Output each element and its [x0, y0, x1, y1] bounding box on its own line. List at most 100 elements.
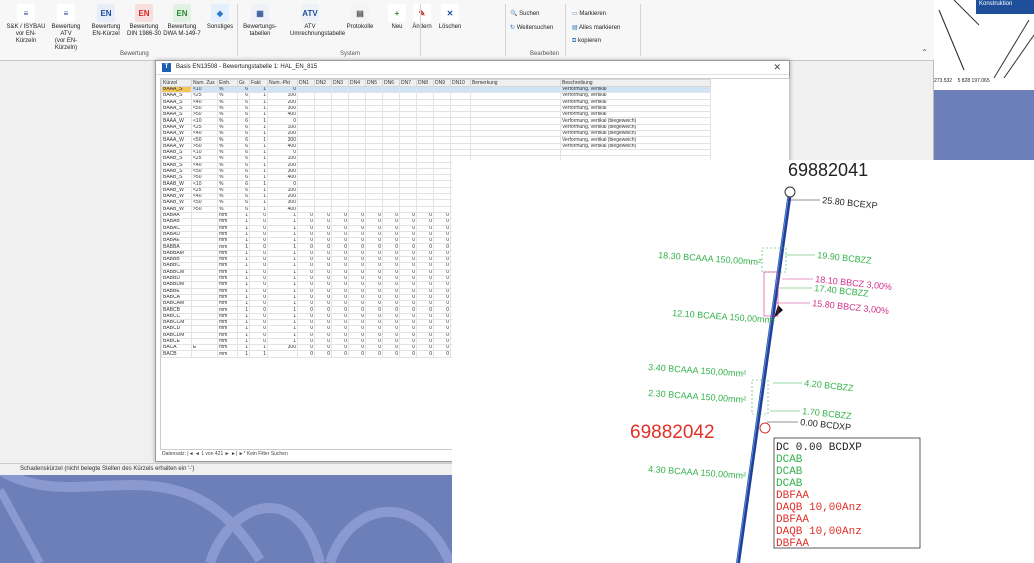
mini-map[interactable]: Konstruktion: [934, 0, 1034, 90]
table-cell[interactable]: 0: [399, 350, 417, 358]
ribbon-separator: [237, 4, 238, 56]
column-header[interactable]: DN8: [416, 79, 434, 87]
ribbon-button-label: Sonstiges: [206, 24, 234, 30]
code-list-entry: DCAB: [776, 478, 803, 490]
table-cell[interactable]: 1: [249, 350, 268, 358]
ribbon-command-suchen[interactable]: 🔍 Suchen: [510, 10, 540, 17]
ribbon-group-label: System: [340, 51, 361, 57]
table-cell[interactable]: 0: [348, 350, 366, 358]
ribbon-separator: [640, 4, 641, 56]
ribbon-button-en-dwa[interactable]: EN Bewertung DWA M-149-7: [162, 4, 202, 38]
ribbon-button-delete[interactable]: ✕ Löschen: [438, 4, 462, 31]
column-header[interactable]: DN5: [365, 79, 383, 87]
ribbon-button-label: Bewertung DIN 1986-30: [126, 24, 162, 37]
column-header[interactable]: DN2: [314, 79, 332, 87]
ribbon-group-label: Bearbeiten: [530, 51, 560, 57]
command-label: Alles markieren: [579, 25, 621, 31]
ribbon-button-label: Löschen: [438, 24, 462, 30]
column-header[interactable]: Bemerkung: [470, 79, 561, 87]
coord-x: 273.532: [934, 78, 953, 84]
inspection-label-right: 15.80 BBCZ 3,00%: [812, 298, 890, 316]
ribbon-button-en[interactable]: EN Bewertung EN-Kürzel: [86, 4, 126, 38]
inspection-label-left: 2.30 BCAAA 150,00mm²: [648, 388, 747, 405]
inspection-label-left: 3.40 BCAAA 150,00mm²: [648, 362, 747, 379]
ribbon-button-tabellen[interactable]: ▦ Bewertungs-tabellen: [240, 4, 280, 38]
command-label: Weitersuchen: [516, 25, 554, 31]
ribbon-button-atv[interactable]: ATV ATV Umrechnungstabelle: [290, 4, 346, 38]
column-header[interactable]: Beschreibung: [560, 79, 711, 87]
ribbon-separator: [420, 4, 421, 56]
ribbon-button-isybau-atv[interactable]: ≡ Bewertung ATV (vor EN-Kürzeln): [46, 4, 86, 52]
table-cell[interactable]: 0: [382, 350, 400, 358]
table-cell[interactable]: [267, 350, 298, 358]
column-header[interactable]: Num.-Pkt: [267, 79, 298, 87]
app-logo-icon: T: [162, 63, 171, 72]
table-cell[interactable]: [191, 350, 218, 358]
dialog-title: Basis EN13508 - Bewertungstabelle 1: HAL…: [176, 64, 318, 70]
inspection-label-left: 12.10 BCAEA 150,00mm²: [672, 308, 776, 325]
node-label-top: 69882041: [788, 160, 868, 180]
ribbon-button-en-din[interactable]: EN Bewertung DIN 1986-30: [124, 4, 164, 38]
table-cell[interactable]: 0: [314, 350, 332, 358]
ribbon-command-markieren[interactable]: ▭ Markieren: [572, 10, 606, 17]
grid-header-row: Kürzel Num. Zus Einh. Gr. Fakt Num.-Pkt DN1 DN2…: [161, 79, 711, 87]
ribbon-button-label: Neu: [391, 24, 403, 30]
ribbon-button-protokolle[interactable]: ▤ Protokolle: [340, 4, 380, 31]
ribbon-group-label: Bewertung: [120, 51, 149, 57]
ribbon-button-label: Bewertungs-tabellen: [243, 24, 277, 37]
en-din-icon: EN: [135, 4, 153, 22]
column-header[interactable]: Gr.: [237, 79, 250, 87]
ribbon-button-plus[interactable]: + Neu: [385, 4, 409, 31]
dialog-titlebar: T Basis EN13508 - Bewertungstabelle 1: H…: [156, 61, 789, 75]
isybau-atv-icon: ≡: [57, 4, 75, 22]
table-cell[interactable]: 0: [433, 350, 451, 358]
konstruktion-label: Konstruktion: [979, 1, 1013, 7]
tabellen-icon: ▦: [251, 4, 269, 22]
collapse-ribbon-icon[interactable]: ⌃: [921, 48, 928, 57]
ribbon-button-label: S&K / ISYBAU vor EN-Kürzeln: [6, 24, 46, 44]
column-header[interactable]: Fakt: [249, 79, 268, 87]
code-list-entry: DAQB 10,00Anz: [776, 502, 862, 514]
column-header[interactable]: Num. Zus: [191, 79, 218, 87]
table-cell[interactable]: 0: [297, 350, 315, 358]
ribbon-button-pencil[interactable]: ✎ Ändern: [410, 4, 434, 31]
column-header[interactable]: Kürzel: [161, 79, 192, 87]
column-header[interactable]: DN9: [433, 79, 451, 87]
column-header[interactable]: DN10: [450, 79, 471, 87]
column-header[interactable]: DN1: [297, 79, 315, 87]
column-header[interactable]: DN4: [348, 79, 366, 87]
sonstiges-icon: ◆: [211, 4, 229, 22]
coord-y: 5 828 197.065: [957, 78, 990, 84]
column-header[interactable]: DN3: [331, 79, 349, 87]
close-icon[interactable]: ✕: [773, 62, 781, 73]
column-header[interactable]: Einh.: [217, 79, 238, 87]
command-label: kopieren: [577, 38, 601, 44]
code-list-entry: DCAB: [776, 466, 803, 478]
table-cell[interactable]: 0: [416, 350, 434, 358]
inspection-label-right: 19.90 BCBZZ: [817, 250, 873, 266]
ribbon-separator: [565, 4, 566, 56]
ribbon-button-sonstiges[interactable]: ◆ Sonstiges: [200, 4, 240, 31]
code-list-entry: DBFAA: [776, 490, 809, 502]
code-list-entry: DCAB: [776, 454, 803, 466]
code-list-entry: DBFAA: [776, 514, 809, 526]
ribbon-button-label: ATV Umrechnungstabelle: [290, 24, 346, 37]
ribbon-command-kopieren[interactable]: ⧉ kopieren: [572, 38, 601, 45]
table-cell[interactable]: BACB: [161, 350, 192, 358]
column-header[interactable]: DN6: [382, 79, 400, 87]
delete-icon: ✕: [441, 4, 459, 22]
column-header[interactable]: DN7: [399, 79, 417, 87]
konstruktion-panel-header[interactable]: Konstruktion: [976, 0, 1034, 14]
ribbon-command-weitersuchen[interactable]: ↻ Weitersuchen: [510, 24, 553, 31]
command-label: Markieren: [579, 11, 607, 17]
inspection-label-left: 18.30 BCAAA 150,00mm²: [658, 250, 762, 267]
ribbon-command-alles-markieren[interactable]: ▤ Alles markieren: [572, 24, 620, 31]
drawing-canvas: 69882041 69882042 25.80 BCEXP 19.90 BCBZZ 18…: [630, 160, 921, 563]
table-cell[interactable]: 1: [237, 350, 250, 358]
ribbon-button-isybau[interactable]: ≡ S&K / ISYBAU vor EN-Kürzeln: [6, 4, 46, 45]
table-cell[interactable]: 0: [331, 350, 349, 358]
inspection-label-right: 25.80 BCEXP: [822, 195, 878, 211]
protokolle-icon: ▤: [351, 4, 369, 22]
table-cell[interactable]: mm: [217, 350, 238, 358]
table-cell[interactable]: 0: [365, 350, 383, 358]
